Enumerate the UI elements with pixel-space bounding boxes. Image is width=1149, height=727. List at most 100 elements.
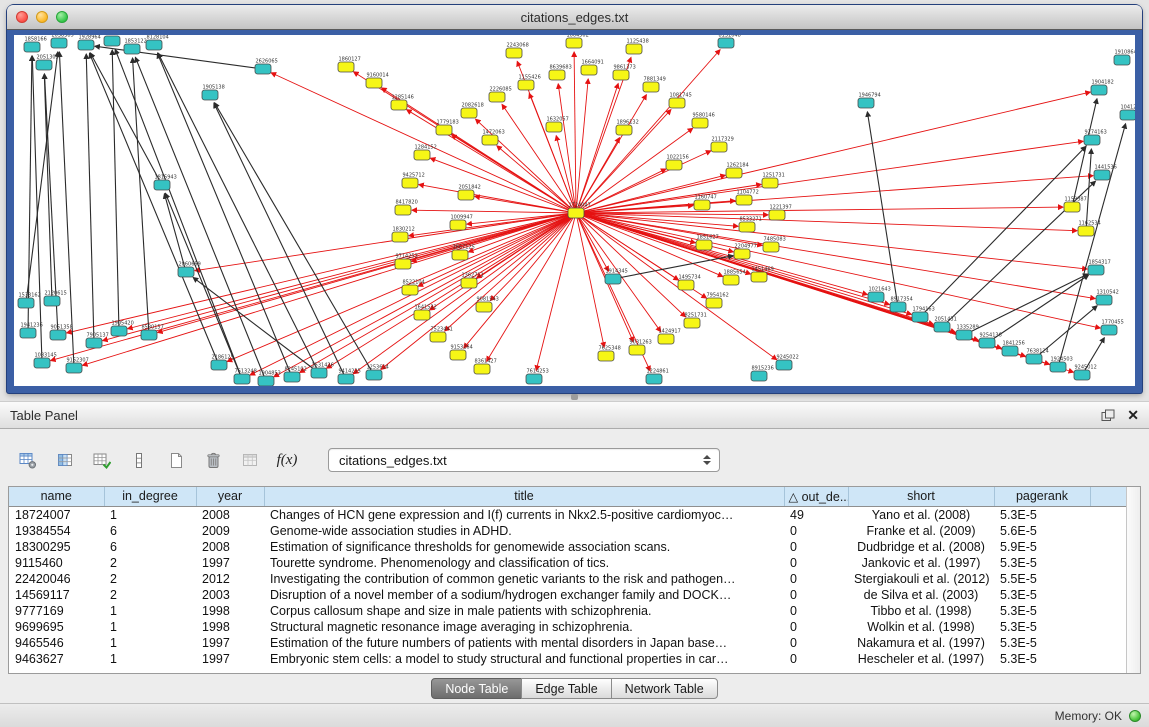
graph-node[interactable] [549, 70, 565, 80]
graph-node[interactable] [1084, 135, 1100, 145]
cell-in_degree[interactable]: 1 [104, 603, 196, 619]
graph-node[interactable] [392, 232, 408, 242]
graph-node[interactable] [284, 372, 300, 382]
graph-node[interactable] [482, 135, 498, 145]
graph-node[interactable] [461, 278, 477, 288]
column-header-title[interactable]: title [264, 487, 784, 506]
graph-edge[interactable] [26, 52, 58, 303]
cell-short[interactable]: Dudbridge et al. (2008) [848, 539, 994, 555]
cell-title[interactable]: Structural magnetic resonance image aver… [264, 619, 784, 635]
graph-node[interactable] [402, 178, 418, 188]
close-panel-icon[interactable]: ✕ [1127, 408, 1139, 422]
cell-name[interactable]: 9115460 [9, 555, 104, 571]
graph-edge[interactable] [576, 213, 1087, 269]
cell-title[interactable]: Genome-wide association studies in ADHD. [264, 523, 784, 539]
table-row[interactable]: 1938455462009Genome-wide association stu… [9, 523, 1126, 539]
cell-name[interactable]: 14569117 [9, 587, 104, 603]
graph-edge[interactable] [112, 50, 119, 331]
graph-node[interactable] [104, 36, 120, 46]
graph-node[interactable] [890, 302, 906, 312]
graph-edge[interactable] [576, 128, 693, 213]
cell-in_degree[interactable]: 1 [104, 506, 196, 523]
tab-node-table[interactable]: Node Table [431, 678, 522, 699]
table-settings-button[interactable] [14, 446, 42, 474]
cell-title[interactable]: Disruption of a novel member of a sodium… [264, 587, 784, 603]
graph-node[interactable] [51, 38, 67, 48]
graph-node[interactable] [458, 190, 474, 200]
cell-short[interactable]: Yano et al. (2008) [848, 506, 994, 523]
table-row[interactable]: 977716911998Corpus callosum shape and si… [9, 603, 1126, 619]
cell-out_degree[interactable]: 49 [784, 506, 848, 523]
graph-edge[interactable] [576, 213, 1073, 372]
graph-node[interactable] [711, 142, 727, 152]
graph-node[interactable] [1064, 202, 1080, 212]
graph-node[interactable] [696, 240, 712, 250]
cell-title[interactable]: Embryonic stem cells: a model to study s… [264, 651, 784, 667]
graph-node[interactable] [1050, 362, 1066, 372]
graph-node[interactable] [1101, 325, 1117, 335]
graph-edge[interactable] [576, 141, 1083, 213]
graph-node[interactable] [234, 374, 250, 384]
cell-pagerank[interactable]: 5.3E-5 [994, 587, 1090, 603]
cell-title[interactable]: Estimation of significance thresholds fo… [264, 539, 784, 555]
graph-node[interactable] [616, 125, 632, 135]
cell-year[interactable]: 1997 [196, 635, 264, 651]
cell-short[interactable]: Stergiakouli et al. (2012) [848, 571, 994, 587]
graph-node[interactable] [395, 259, 411, 269]
graph-node[interactable] [581, 65, 597, 75]
graph-node[interactable] [726, 168, 742, 178]
graph-node[interactable] [1026, 354, 1042, 364]
table-row[interactable]: 946362711997Embryonic stem cells: a mode… [9, 651, 1126, 667]
column-header-in_degree[interactable]: in_degree [104, 487, 196, 506]
graph-node[interactable] [311, 368, 327, 378]
graph-node[interactable] [366, 78, 382, 88]
table-row[interactable]: 1872400712008Changes of HCN gene express… [9, 506, 1126, 523]
graph-node[interactable] [450, 220, 466, 230]
cell-filler[interactable] [1090, 571, 1126, 587]
column-header-pagerank[interactable]: pagerank [994, 487, 1090, 506]
graph-node[interactable] [402, 285, 418, 295]
graph-node[interactable] [694, 200, 710, 210]
graph-edge[interactable] [115, 49, 242, 379]
cell-pagerank[interactable]: 5.6E-5 [994, 523, 1090, 539]
cell-name[interactable]: 18300295 [9, 539, 104, 555]
graph-node[interactable] [202, 90, 218, 100]
graph-node[interactable] [776, 360, 792, 370]
cell-in_degree[interactable]: 1 [104, 635, 196, 651]
graph-edge[interactable] [86, 54, 94, 343]
graph-node[interactable] [666, 160, 682, 170]
graph-node[interactable] [258, 376, 274, 386]
cell-in_degree[interactable]: 6 [104, 539, 196, 555]
graph-node[interactable] [956, 330, 972, 340]
graph-node[interactable] [568, 208, 584, 218]
graph-node[interactable] [762, 178, 778, 188]
graph-edge[interactable] [165, 193, 242, 379]
cell-title[interactable]: Changes of HCN gene expression and I(f) … [264, 506, 784, 523]
graph-node[interactable] [395, 205, 411, 215]
cell-pagerank[interactable]: 5.3E-5 [994, 555, 1090, 571]
graph-edge[interactable] [576, 50, 720, 213]
cell-filler[interactable] [1090, 506, 1126, 523]
graph-node[interactable] [706, 298, 722, 308]
graph-node[interactable] [476, 302, 492, 312]
graph-node[interactable] [20, 328, 36, 338]
graph-node[interactable] [1094, 170, 1110, 180]
graph-edge[interactable] [89, 53, 219, 365]
graph-edge[interactable] [28, 56, 32, 333]
graph-node[interactable] [474, 364, 490, 374]
graph-node[interactable] [66, 363, 82, 373]
cell-short[interactable]: Hescheler et al. (1997) [848, 651, 994, 667]
graph-edge[interactable] [300, 213, 576, 372]
row-strip-button[interactable] [125, 446, 153, 474]
cell-out_degree[interactable]: 0 [784, 571, 848, 587]
graph-edge[interactable] [51, 213, 576, 361]
cell-year[interactable]: 1997 [196, 555, 264, 571]
graph-node[interactable] [763, 242, 779, 252]
cell-pagerank[interactable]: 5.3E-5 [994, 651, 1090, 667]
cell-out_degree[interactable]: 0 [784, 587, 848, 603]
graph-node[interactable] [769, 210, 785, 220]
delete-table-button[interactable] [199, 446, 227, 474]
cell-pagerank[interactable]: 5.3E-5 [994, 635, 1090, 651]
graph-node[interactable] [44, 296, 60, 306]
cell-filler[interactable] [1090, 635, 1126, 651]
